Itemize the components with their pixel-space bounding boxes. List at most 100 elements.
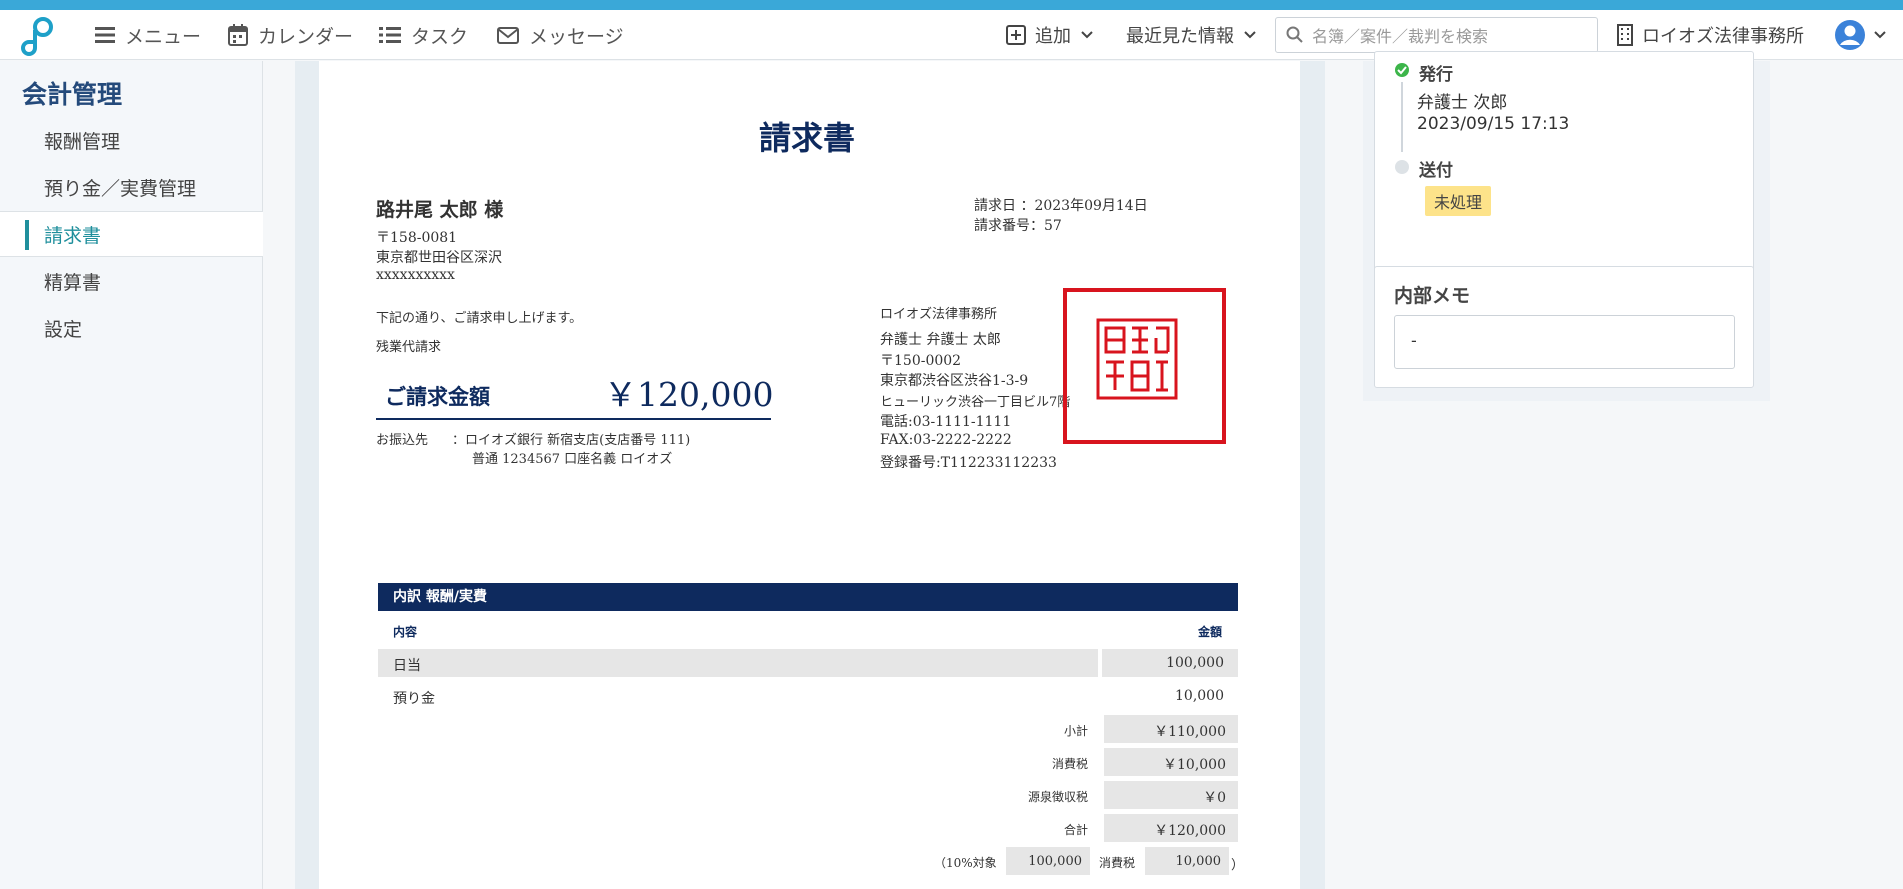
- recent-label: 最近見た情報: [1126, 26, 1234, 47]
- table-row-name: 日当: [393, 658, 421, 674]
- breakdown-table-header: 内訳 報酬/実費: [378, 583, 1238, 611]
- memo-value: -: [1411, 331, 1417, 350]
- add-label: 追加: [1035, 26, 1071, 47]
- internal-memo-card: 内部メモ -: [1374, 266, 1754, 388]
- bank-line1: ：ロイオズ銀行 新宿支店(支店番号 111): [452, 433, 691, 448]
- client-zip: 〒158-0081: [376, 230, 458, 246]
- timeline-line: [1401, 82, 1403, 152]
- total-label: 合計: [1063, 823, 1088, 837]
- user-menu[interactable]: [1834, 10, 1886, 60]
- sidebar-item-settlement[interactable]: 精算書: [0, 258, 263, 304]
- breakdown-base: 100,000: [1028, 854, 1082, 869]
- task-list-icon: [379, 27, 401, 43]
- task-button[interactable]: タスク: [379, 10, 468, 60]
- tax-label: 消費税: [1051, 757, 1088, 771]
- search-placeholder: 名簿／案件／裁判を検索: [1312, 27, 1489, 46]
- sidebar-item-settings[interactable]: 設定: [0, 305, 263, 351]
- menu-label: メニュー: [125, 25, 202, 48]
- invoice-title: 請求書: [759, 119, 856, 157]
- breakdown-tax-label: 消費税: [1099, 856, 1136, 870]
- status-badge: 未処理: [1425, 186, 1492, 216]
- client-address: 東京都世田谷区深沢: [376, 250, 502, 266]
- invoice-subject: 残業代請求: [376, 340, 442, 355]
- search-icon: [1286, 26, 1303, 43]
- table-row-amount: 100,000: [1166, 655, 1224, 671]
- top-accent-bar: [0, 0, 1903, 10]
- sidebar-item-reward[interactable]: 報酬管理: [0, 117, 263, 163]
- invoice-document: 請求書 路井尾 太郎 様 〒158-0081 東京都世田谷区深沢 xxxxxxx…: [319, 61, 1300, 889]
- withholding-value: ￥0: [1203, 790, 1226, 806]
- task-label: タスク: [411, 25, 469, 48]
- app-logo[interactable]: [18, 16, 58, 56]
- invoice-intro: 下記の通り、ご請求申し上げます。: [376, 311, 583, 326]
- issued-at: 2023/09/15 17:13: [1417, 114, 1570, 134]
- sidebar-title: 会計管理: [22, 80, 123, 109]
- envelope-icon: [497, 26, 519, 44]
- issuer-address: 東京都渋谷区渋谷1-3-9: [880, 373, 1029, 389]
- sidebar-item-label: 請求書: [44, 224, 102, 247]
- subtotal-label: 小計: [1063, 724, 1088, 738]
- issuer-fax: FAX:03-2222-2222: [880, 432, 1012, 448]
- client-address-line2: xxxxxxxxxx: [376, 267, 455, 283]
- pending-dot-icon: [1395, 160, 1409, 174]
- breakdown-tax: 10,000: [1175, 854, 1222, 869]
- check-circle-icon: [1395, 63, 1409, 77]
- client-name: 路井尾 太郎 様: [376, 199, 504, 221]
- calendar-button[interactable]: カレンダー: [228, 10, 353, 60]
- memo-title: 内部メモ: [1394, 285, 1471, 307]
- recent-dropdown[interactable]: 最近見た情報: [1126, 10, 1256, 60]
- bank-line2: 普通 1234567 口座名義 ロイオズ: [472, 452, 673, 467]
- sidebar-item-label: 預り金／実費管理: [44, 177, 197, 200]
- column-content-header: 内容: [393, 625, 418, 639]
- right-panel: 発行 弁護士 次郎 2023/09/15 17:13 送付 未処理 内部メモ -: [1363, 51, 1770, 401]
- invoice-number: 請求番号：57: [974, 218, 1062, 234]
- column-amount-header: 金額: [1198, 625, 1223, 639]
- subtotal-value: ￥110,000: [1154, 724, 1226, 740]
- chevron-down-icon: [1874, 31, 1886, 39]
- tax-value: ￥10,000: [1163, 757, 1226, 773]
- table-row-amount: 10,000: [1175, 688, 1224, 704]
- breakdown-close: ）: [1231, 858, 1245, 873]
- chevron-down-icon: [1081, 31, 1093, 39]
- sidebar: 会計管理 報酬管理 預り金／実費管理 請求書 精算書 設定: [0, 61, 263, 889]
- plus-square-icon: [1006, 25, 1026, 45]
- sidebar-item-label: 設定: [44, 318, 83, 341]
- issuer-zip: 〒150-0002: [880, 353, 962, 369]
- issuer-lawyer: 弁護士 弁護士 太郎: [880, 332, 1001, 348]
- invoice-date: 請求日 ：2023年09月14日: [974, 198, 1148, 214]
- total-value: ￥120,000: [1154, 823, 1226, 839]
- sidebar-item-invoice[interactable]: 請求書: [0, 211, 263, 257]
- search-input[interactable]: 名簿／案件／裁判を検索: [1275, 17, 1598, 53]
- sidebar-item-label: 報酬管理: [44, 130, 121, 153]
- sidebar-item-deposit[interactable]: 預り金／実費管理: [0, 164, 263, 210]
- issued-label: 発行: [1419, 65, 1453, 85]
- issuer-registration-number: 登録番号:T112233112233: [880, 455, 1057, 471]
- bank-label: お振込先: [376, 433, 429, 448]
- message-button[interactable]: メッセージ: [497, 10, 624, 60]
- issued-by: 弁護士 次郎: [1417, 93, 1508, 113]
- amount-value: ￥120,000: [604, 375, 774, 414]
- breakdown-label: （10%対象: [934, 856, 997, 870]
- building-icon: [1617, 24, 1633, 46]
- calendar-label: カレンダー: [258, 25, 354, 48]
- hamburger-icon: [95, 27, 115, 43]
- sidebar-item-label: 精算書: [44, 271, 102, 294]
- sent-label: 送付: [1419, 161, 1453, 181]
- issuer-building: ヒューリック渋谷一丁目ビル7階: [880, 395, 1071, 410]
- memo-field[interactable]: -: [1394, 315, 1735, 369]
- row-name-bg: [378, 649, 1098, 677]
- message-label: メッセージ: [529, 25, 624, 48]
- issuer-tel: 電話:03-1111-1111: [880, 414, 1012, 430]
- menu-button[interactable]: メニュー: [95, 10, 201, 60]
- issuer-firm-name: ロイオズ法律事務所: [880, 307, 998, 322]
- chevron-down-icon: [1244, 31, 1256, 39]
- user-avatar-icon: [1835, 20, 1865, 50]
- withholding-label: 源泉徴収税: [1027, 790, 1088, 804]
- amount-label: ご請求金額: [385, 385, 490, 409]
- company-seal-stamp: [1096, 318, 1178, 400]
- calendar-icon: [228, 24, 248, 46]
- table-row-name: 預り金: [393, 691, 435, 707]
- add-dropdown[interactable]: 追加: [1006, 10, 1093, 60]
- amount-underline: [376, 418, 771, 420]
- firm-name: ロイオズ法律事務所: [1642, 26, 1804, 47]
